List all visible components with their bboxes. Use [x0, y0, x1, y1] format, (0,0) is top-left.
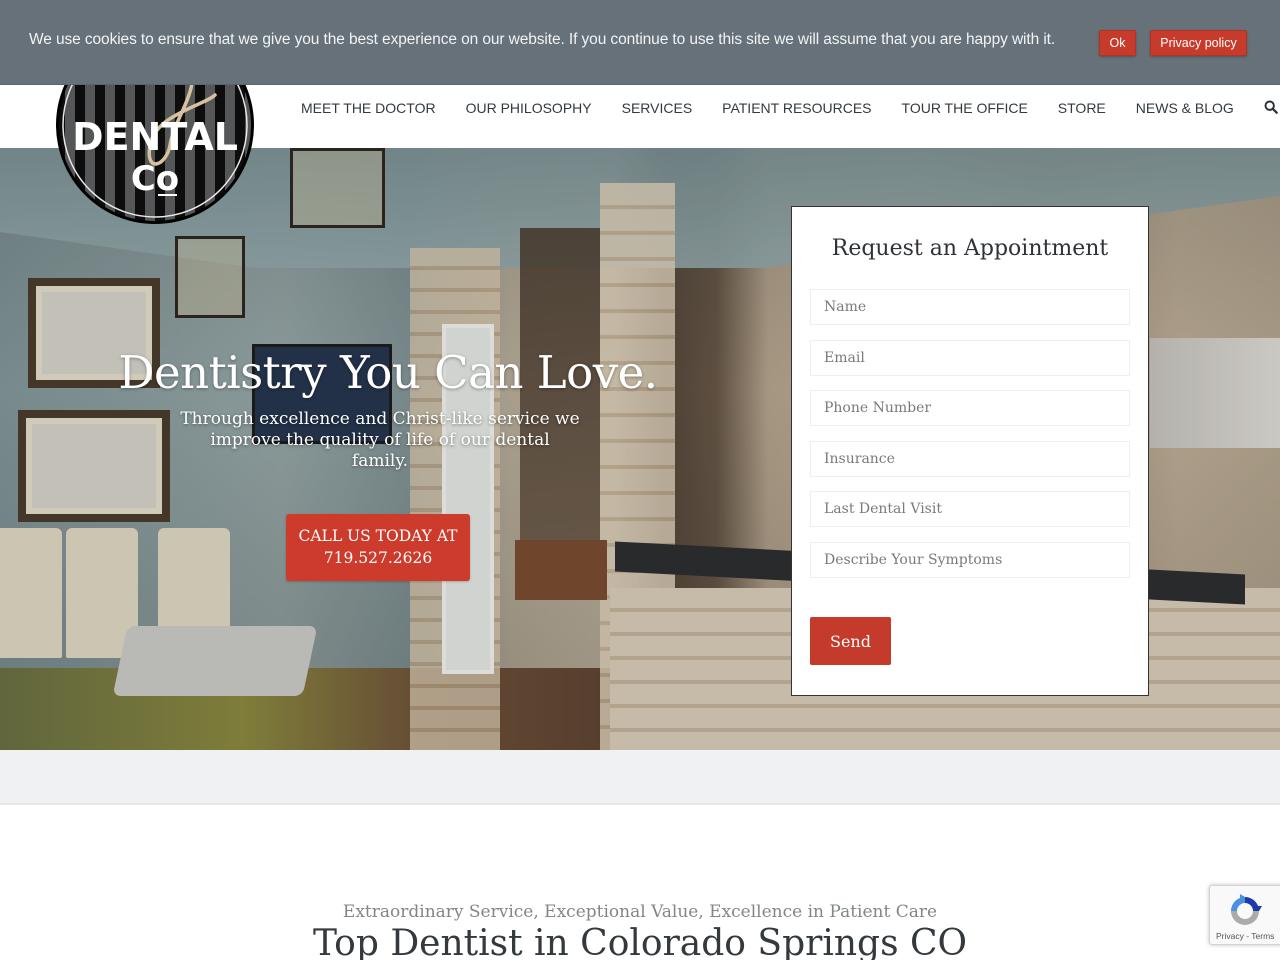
intro-heading: Top Dentist in Colorado Springs CO	[312, 923, 968, 960]
nav-item-services[interactable]: SERVICES	[607, 100, 708, 116]
hero-title: Dentistry You Can Love.	[118, 346, 658, 399]
hero-section: Dentistry You Can Love. Through excellen…	[0, 148, 1280, 750]
last-dental-visit-field[interactable]	[810, 491, 1130, 527]
email-field[interactable]	[810, 340, 1130, 376]
appointment-form: Request an Appointment Send	[791, 206, 1149, 696]
intro-tagline: Extraordinary Service, Exceptional Value…	[342, 902, 938, 922]
nav-item-meet-the-doctor[interactable]: MEET THE DOCTOR	[286, 100, 451, 116]
insurance-field[interactable]	[810, 441, 1130, 477]
call-us-label: CALL US TODAY AT	[298, 527, 458, 545]
nav-item-tour-the-office[interactable]: TOUR THE OFFICE	[887, 100, 1043, 116]
cookie-ok-button[interactable]: Ok	[1099, 30, 1136, 56]
nav-item-our-philosophy[interactable]: OUR PHILOSOPHY	[451, 100, 607, 116]
recaptcha-privacy-terms-link[interactable]: Privacy - Terms	[1216, 931, 1274, 941]
send-button[interactable]: Send	[810, 617, 891, 665]
nav-item-patient-resources[interactable]: PATIENT RESOURCES	[707, 100, 886, 116]
phone-number: 719.527.2626	[323, 549, 433, 567]
name-field[interactable]	[810, 289, 1130, 325]
logo-text-co: Co	[131, 159, 179, 199]
main-nav: MEET THE DOCTOR OUR PHILOSOPHY SERVICES …	[286, 97, 1280, 119]
section-divider-band	[0, 750, 1280, 805]
nav-item-news-blog[interactable]: NEWS & BLOG	[1121, 100, 1249, 116]
logo-text-dental: DENTAL	[72, 115, 238, 159]
phone-number-field[interactable]	[810, 390, 1130, 426]
symptoms-field[interactable]	[810, 542, 1130, 578]
hero-subtitle: Through excellence and Christ-like servi…	[180, 409, 580, 471]
privacy-policy-button[interactable]: Privacy policy	[1150, 30, 1247, 56]
search-icon[interactable]	[1264, 100, 1280, 116]
nav-item-store[interactable]: STORE	[1043, 100, 1121, 116]
recaptcha-badge[interactable]: Privacy - Terms	[1209, 885, 1280, 945]
appointment-form-title: Request an Appointment	[831, 236, 1109, 261]
call-us-button[interactable]: CALL US TODAY AT 719.527.2626	[286, 514, 470, 581]
recaptcha-icon	[1231, 894, 1262, 925]
cookie-message: We use cookies to ensure that we give yo…	[29, 31, 1056, 48]
cookie-consent-bar: We use cookies to ensure that we give yo…	[0, 0, 1280, 85]
